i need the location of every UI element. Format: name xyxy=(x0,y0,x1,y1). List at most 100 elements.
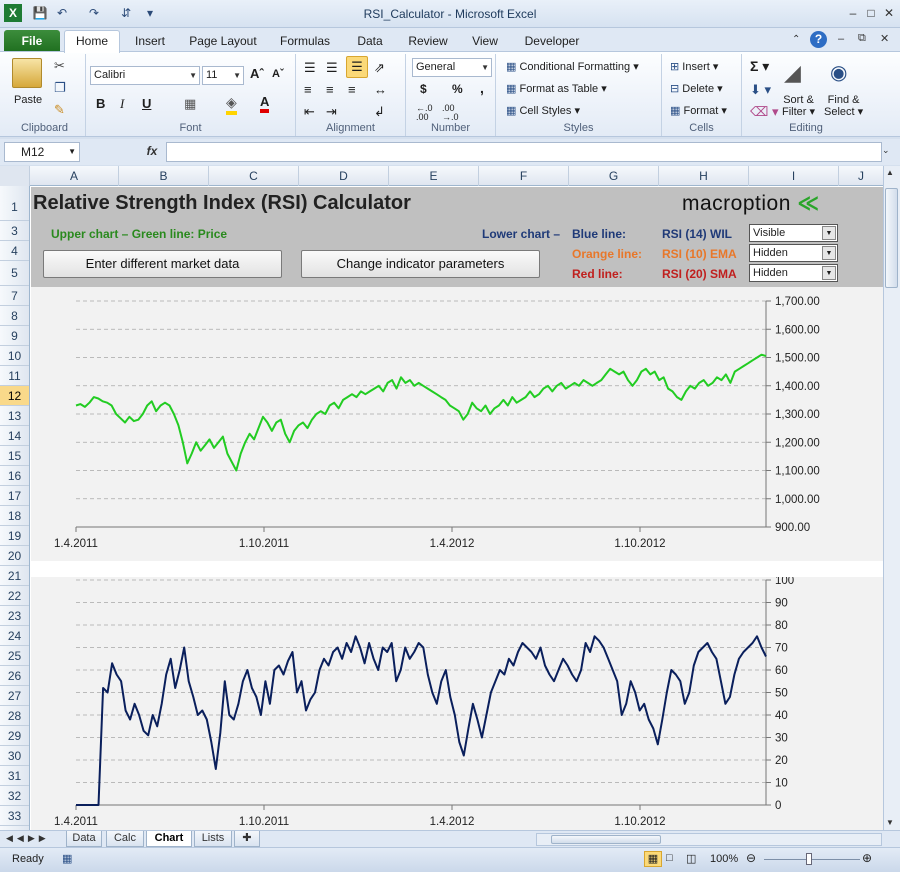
orientation-icon[interactable]: ⇗ xyxy=(374,60,385,76)
sheet-nav-icon[interactable]: ◀◀▶▶ xyxy=(6,833,50,844)
paste-icon[interactable] xyxy=(12,58,42,88)
row-header[interactable]: 15 xyxy=(0,446,29,466)
row-header[interactable]: 21 xyxy=(0,566,29,586)
column-header[interactable]: C xyxy=(209,166,299,186)
autosum-icon[interactable]: Σ ▾ xyxy=(750,58,769,75)
row-header-selected[interactable]: 12 xyxy=(0,386,29,406)
column-header[interactable]: F xyxy=(479,166,569,186)
merge-center-icon[interactable]: ↔ xyxy=(374,82,387,97)
price-chart[interactable]: 1,700.00 1,600.00 1,500.00 1,400.00 1,300.00… xyxy=(31,287,883,561)
decrease-indent-icon[interactable]: ⇤ xyxy=(304,104,315,120)
align-center-icon[interactable]: ≡ xyxy=(326,82,334,97)
macro-record-icon[interactable]: ▦ xyxy=(62,852,72,865)
help-icon[interactable]: ? xyxy=(810,31,827,48)
page-layout-view-icon[interactable]: □ xyxy=(666,852,673,864)
tab-formulas[interactable]: Formulas xyxy=(274,32,336,52)
minimize-ribbon-icon[interactable]: ⌃ xyxy=(792,34,800,45)
tab-file[interactable]: File xyxy=(4,30,60,52)
italic-icon[interactable]: I xyxy=(120,96,124,112)
blue-line-select[interactable]: Visible ▼ xyxy=(749,224,838,242)
tab-data[interactable]: Data xyxy=(348,32,392,52)
copy-icon[interactable]: ❐ xyxy=(54,80,66,96)
scroll-down-icon[interactable]: ▼ xyxy=(886,818,894,827)
zoom-out-icon[interactable]: ⊖ xyxy=(746,851,756,865)
expand-formula-icon[interactable]: ⌄ xyxy=(882,145,890,156)
insert-sheet-icon[interactable]: ✚ xyxy=(234,831,260,847)
sheet-tab-calc[interactable]: Calc xyxy=(106,831,144,847)
find-select-button[interactable]: Find & Select ▾ xyxy=(824,94,863,118)
row-header[interactable]: 5 xyxy=(0,261,29,286)
bold-icon[interactable]: B xyxy=(96,96,105,111)
row-header[interactable]: 22 xyxy=(0,586,29,606)
underline-icon[interactable]: U xyxy=(142,96,151,111)
row-header[interactable]: 20 xyxy=(0,546,29,566)
row-header[interactable]: 30 xyxy=(0,746,29,766)
hscroll-thumb[interactable] xyxy=(551,835,661,844)
cut-icon[interactable]: ✂ xyxy=(54,58,65,74)
row-header[interactable]: 32 xyxy=(0,786,29,806)
font-color-icon[interactable]: A xyxy=(260,94,270,113)
normal-view-icon[interactable]: ▦ xyxy=(644,851,662,867)
column-header[interactable]: B xyxy=(119,166,209,186)
align-middle-icon[interactable]: ☰ xyxy=(326,60,338,76)
grow-font-icon[interactable]: Aˆ xyxy=(250,66,264,81)
row-header[interactable]: 8 xyxy=(0,306,29,326)
borders-icon[interactable]: ▦ xyxy=(184,96,196,112)
find-select-icon[interactable]: ◉ xyxy=(830,60,847,85)
red-line-select[interactable]: Hidden ▼ xyxy=(749,264,838,282)
row-header[interactable]: 24 xyxy=(0,626,29,646)
shrink-font-icon[interactable]: Aˇ xyxy=(272,68,284,80)
align-top-icon[interactable]: ☰ xyxy=(304,60,316,76)
conditional-formatting-button[interactable]: ▦ Conditional Formatting ▾ xyxy=(506,60,639,73)
format-painter-icon[interactable]: ✎ xyxy=(54,102,65,118)
sort-filter-icon[interactable]: ◢ xyxy=(784,60,801,86)
zoom-in-icon[interactable]: ⊕ xyxy=(862,851,872,865)
format-as-table-button[interactable]: ▦ Format as Table ▾ xyxy=(506,82,607,95)
row-header[interactable]: 26 xyxy=(0,666,29,686)
row-header[interactable]: 23 xyxy=(0,606,29,626)
workbook-minimize-icon[interactable]: – xyxy=(838,33,844,45)
row-header[interactable]: 25 xyxy=(0,646,29,666)
align-right-icon[interactable]: ≡ xyxy=(348,82,356,97)
zoom-slider[interactable] xyxy=(764,859,860,860)
select-all-corner[interactable] xyxy=(0,166,30,186)
close-icon[interactable]: ✕ xyxy=(878,2,900,24)
insert-function-icon[interactable]: fx xyxy=(140,142,164,162)
workbook-restore-icon[interactable]: ⧉ xyxy=(858,32,866,45)
horizontal-scrollbar[interactable] xyxy=(536,833,882,846)
font-size-combo[interactable]: 11 ▼ xyxy=(202,66,244,85)
currency-icon[interactable]: $ xyxy=(420,82,427,96)
orange-line-select[interactable]: Hidden ▼ xyxy=(749,244,838,262)
clear-icon[interactable]: ⌫ ▾ xyxy=(750,104,779,120)
row-header[interactable]: 7 xyxy=(0,286,29,306)
change-parameters-button[interactable]: Change indicator parameters xyxy=(301,250,540,278)
page-break-view-icon[interactable]: ◫ xyxy=(686,852,696,865)
wrap-text-icon[interactable]: ↲ xyxy=(374,104,385,120)
increase-indent-icon[interactable]: ⇥ xyxy=(326,104,337,120)
zoom-level[interactable]: 100% xyxy=(710,853,738,865)
row-header[interactable]: 28 xyxy=(0,706,29,726)
align-left-icon[interactable]: ≡ xyxy=(304,82,312,97)
row-header[interactable]: 16 xyxy=(0,466,29,486)
tab-insert[interactable]: Insert xyxy=(126,32,174,52)
sheet-tab-data[interactable]: Data xyxy=(66,831,102,847)
sheet-tab-chart[interactable]: Chart xyxy=(146,831,192,847)
paste-button[interactable]: Paste xyxy=(14,94,42,106)
column-header[interactable]: I xyxy=(749,166,839,186)
scroll-up-icon[interactable]: ▲ xyxy=(886,168,894,177)
row-header[interactable]: 18 xyxy=(0,506,29,526)
format-cells-button[interactable]: ▦ Format ▾ xyxy=(670,104,727,117)
font-name-combo[interactable]: Calibri ▼ xyxy=(90,66,200,85)
column-header[interactable]: J xyxy=(839,166,883,186)
formula-input[interactable] xyxy=(166,142,882,162)
decrease-decimal-icon[interactable]: .00 →.0 xyxy=(442,104,459,122)
column-header[interactable]: G xyxy=(569,166,659,186)
scroll-thumb[interactable] xyxy=(885,188,898,288)
row-header[interactable]: 3 xyxy=(0,221,29,241)
tab-developer[interactable]: Developer xyxy=(518,32,586,52)
enter-market-data-button[interactable]: Enter different market data xyxy=(43,250,282,278)
row-header[interactable]: 33 xyxy=(0,806,29,826)
row-header[interactable]: 13 xyxy=(0,406,29,426)
row-header[interactable]: 1 xyxy=(0,186,29,221)
row-header[interactable]: 29 xyxy=(0,726,29,746)
